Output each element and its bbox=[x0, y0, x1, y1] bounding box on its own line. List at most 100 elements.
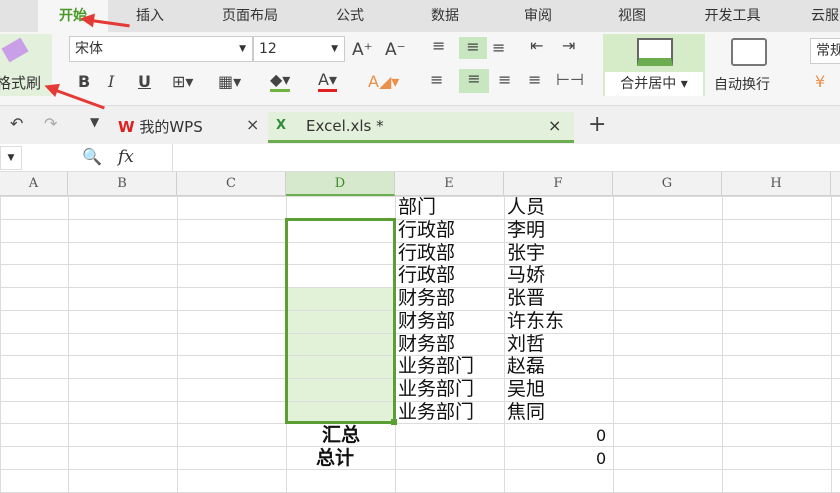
ribbon: 格式刷 宋体 ▼ 12 ▼ A⁺ A⁻ B I U ⊞▾ ▦▾ ◆▾ A▾ A◢▾ … bbox=[0, 32, 840, 106]
cell-E2[interactable]: 行政部 bbox=[398, 219, 455, 242]
column-header-F[interactable]: F bbox=[504, 172, 613, 196]
increase-font-icon[interactable]: A⁺ bbox=[352, 40, 373, 60]
cell-E9[interactable]: 业务部门 bbox=[398, 378, 474, 401]
tab-developer[interactable]: 开发工具 bbox=[690, 0, 775, 32]
formula-input[interactable] bbox=[172, 144, 840, 171]
align-center-icon[interactable]: ≡ bbox=[459, 69, 489, 93]
row-gridline bbox=[0, 446, 840, 447]
clear-format-icon[interactable]: A◢▾ bbox=[368, 72, 399, 91]
cell-E3[interactable]: 行政部 bbox=[398, 242, 455, 265]
selection-border bbox=[285, 218, 396, 424]
close-wps-tab-icon[interactable]: × bbox=[246, 115, 259, 134]
underline-button[interactable]: U bbox=[138, 72, 151, 91]
align-middle-icon[interactable]: ≡ bbox=[459, 37, 487, 59]
cell-E6[interactable]: 财务部 bbox=[398, 310, 455, 333]
column-header-C[interactable]: C bbox=[177, 172, 286, 196]
cell-style-icon[interactable]: ▦▾ bbox=[218, 72, 241, 91]
fill-color-icon[interactable]: ◆▾ bbox=[270, 70, 291, 92]
tab-page-layout[interactable]: 页面布局 bbox=[205, 0, 295, 32]
merge-center-button[interactable]: 合并居中 ▾ bbox=[603, 34, 705, 96]
tab-excel-file[interactable]: X Excel.xls * × bbox=[268, 112, 574, 143]
align-top-icon[interactable]: ≡ bbox=[432, 36, 445, 55]
merge-center-label[interactable]: 合并居中 ▾ bbox=[605, 72, 703, 96]
cell-F7[interactable]: 刘哲 bbox=[507, 333, 545, 356]
tab-data[interactable]: 数据 bbox=[415, 0, 475, 32]
column-header-H[interactable]: H bbox=[722, 172, 831, 196]
font-name-select[interactable]: 宋体 ▼ bbox=[69, 36, 253, 62]
undo-icon[interactable]: ↶ bbox=[10, 114, 23, 133]
file-tab-label: Excel.xls * bbox=[306, 117, 384, 135]
tab-view[interactable]: 视图 bbox=[602, 0, 662, 32]
column-gridline bbox=[177, 196, 178, 492]
font-name-value: 宋体 bbox=[75, 41, 103, 57]
cell-total-value[interactable]: 0 bbox=[596, 447, 606, 470]
redo-icon[interactable]: ↷ bbox=[44, 114, 57, 133]
number-format-select[interactable]: 常规 bbox=[810, 38, 840, 64]
cell-E10[interactable]: 业务部门 bbox=[398, 401, 474, 424]
fill-handle[interactable] bbox=[391, 419, 397, 425]
cell-F8[interactable]: 赵磊 bbox=[507, 355, 545, 378]
align-bottom-icon[interactable]: ≡ bbox=[492, 38, 505, 57]
name-box-dropdown[interactable]: ▼ bbox=[0, 146, 22, 170]
formula-bar: ▼ 🔍 fx bbox=[0, 144, 840, 172]
column-headers: ABCDEFGH bbox=[0, 172, 840, 196]
cell-E4[interactable]: 行政部 bbox=[398, 264, 455, 287]
wrap-text-button[interactable]: 自动换行 bbox=[714, 74, 770, 94]
column-gridline bbox=[68, 196, 69, 492]
cell-F2[interactable]: 李明 bbox=[507, 219, 545, 242]
cell-F10[interactable]: 焦同 bbox=[507, 401, 545, 424]
column-header-G[interactable]: G bbox=[613, 172, 722, 196]
cell-E1[interactable]: 部门 bbox=[398, 196, 436, 219]
align-right-icon[interactable]: ≡ bbox=[498, 70, 511, 89]
row-gridline bbox=[0, 469, 840, 470]
cell-F4[interactable]: 马娇 bbox=[507, 264, 545, 287]
decrease-indent-icon[interactable]: ⇤ bbox=[530, 36, 543, 55]
tab-home[interactable]: 开始 bbox=[38, 0, 108, 32]
justify-icon[interactable]: ≡ bbox=[528, 70, 541, 89]
close-file-tab-icon[interactable]: × bbox=[548, 116, 561, 135]
align-left-icon[interactable]: ≡ bbox=[430, 70, 443, 89]
cell-E7[interactable]: 财务部 bbox=[398, 333, 455, 356]
font-size-value: 12 bbox=[259, 41, 277, 57]
font-size-select[interactable]: 12 ▼ bbox=[253, 36, 345, 62]
column-gridline bbox=[722, 196, 723, 492]
cell-total-label[interactable]: 总计 bbox=[316, 447, 354, 470]
tab-formulas[interactable]: 公式 bbox=[320, 0, 380, 32]
currency-icon[interactable]: ¥ bbox=[815, 72, 825, 91]
format-painter-label: 格式刷 bbox=[0, 74, 42, 92]
column-gridline bbox=[613, 196, 614, 492]
tab-review[interactable]: 审阅 bbox=[508, 0, 568, 32]
increase-indent-icon[interactable]: ⇥ bbox=[562, 36, 575, 55]
font-color-icon[interactable]: A▾ bbox=[318, 70, 337, 92]
cell-F9[interactable]: 吴旭 bbox=[507, 378, 545, 401]
tab-cloud[interactable]: 云服 bbox=[795, 0, 840, 32]
italic-button[interactable]: I bbox=[108, 72, 114, 91]
merge-icon bbox=[637, 38, 673, 66]
wrap-text-icon bbox=[731, 38, 767, 66]
border-icon[interactable]: ⊞▾ bbox=[172, 72, 193, 91]
column-header-A[interactable]: A bbox=[0, 172, 68, 196]
tab-my-wps[interactable]: W 我的WPS bbox=[118, 116, 203, 137]
zoom-function-icon[interactable]: 🔍 bbox=[82, 147, 102, 166]
cell-F1[interactable]: 人员 bbox=[507, 196, 545, 219]
dropdown-icon[interactable]: ▼ bbox=[90, 115, 99, 129]
wps-logo-icon: W bbox=[118, 118, 135, 136]
distribute-icon[interactable]: ⊢⊣ bbox=[556, 70, 584, 89]
cell-F5[interactable]: 张晋 bbox=[507, 287, 545, 310]
cell-F6[interactable]: 许东东 bbox=[507, 310, 564, 333]
column-gridline bbox=[0, 196, 1, 492]
column-header-D[interactable]: D bbox=[286, 172, 395, 196]
cell-F3[interactable]: 张宇 bbox=[507, 242, 545, 265]
column-header-E[interactable]: E bbox=[395, 172, 504, 196]
cell-E8[interactable]: 业务部门 bbox=[398, 355, 474, 378]
decrease-font-icon[interactable]: A⁻ bbox=[385, 40, 406, 60]
new-tab-icon[interactable]: + bbox=[588, 112, 606, 137]
column-gridline bbox=[504, 196, 505, 492]
bold-button[interactable]: B bbox=[78, 72, 90, 91]
cell-E5[interactable]: 财务部 bbox=[398, 287, 455, 310]
ribbon-tabs: 开始 插入 页面布局 公式 数据 审阅 视图 开发工具 云服 bbox=[0, 0, 840, 32]
fx-button[interactable]: fx bbox=[118, 147, 134, 167]
cell-summary-value[interactable]: 0 bbox=[596, 424, 606, 447]
cell-summary-label[interactable]: 汇总 bbox=[322, 424, 360, 447]
column-header-B[interactable]: B bbox=[68, 172, 177, 196]
